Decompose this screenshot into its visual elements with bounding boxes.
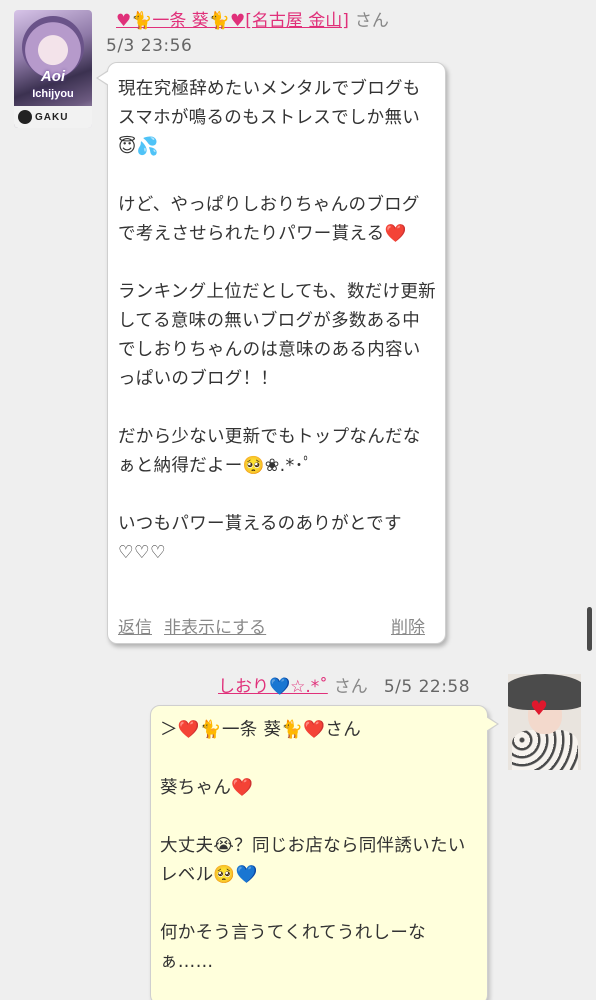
replier-name-link[interactable]: しおり💙☆.*˚: [178, 677, 328, 697]
reply-bubble: ＞❤️🐈一条 葵🐈❤️さん 葵ちゃん❤️ 大丈夫😭？同じお店なら同伴誘いたいレベ…: [150, 705, 499, 1000]
reply-date: 5/5 22:58: [383, 677, 471, 697]
comment-header: ♥🐈一条 葵🐈♥[名古屋 金山] さん: [116, 10, 389, 32]
scrollbar-thumb[interactable]: [587, 607, 592, 651]
comment-bubble: 現在究極辞めたいメンタルでブログもスマホが鳴るのもストレスでしか無い😇💦 けど、…: [96, 62, 446, 644]
comment-thread: Aoi Ichijyou GAKU ♥🐈一条 葵🐈♥[名古屋 金山] さん 5/3…: [0, 0, 596, 1000]
commenter-avatar[interactable]: Aoi Ichijyou GAKU: [14, 10, 92, 128]
commenter-name-link[interactable]: ♥🐈一条 葵🐈♥[名古屋 金山]: [116, 11, 349, 31]
reply-message: ＞❤️🐈一条 葵🐈❤️さん 葵ちゃん❤️ 大丈夫😭？同じお店なら同伴誘いたいレベ…: [160, 720, 466, 972]
comment-date: 5/3 23:56: [106, 36, 193, 56]
avatar-dress: [512, 730, 578, 770]
cat-logo-icon: [18, 110, 32, 124]
replier-avatar[interactable]: ♥: [508, 674, 581, 770]
comment-actions: 返信 非表示にする 削除: [118, 613, 425, 638]
avatar-brand-text: GAKU: [35, 111, 69, 123]
heart-icon: ♥: [530, 696, 548, 720]
reply-link[interactable]: 返信: [118, 613, 152, 638]
hide-link[interactable]: 非表示にする: [164, 613, 266, 638]
avatar-overlay-name: Aoi: [40, 68, 66, 85]
comment-message: 現在究極辞めたいメンタルでブログもスマホが鳴るのもストレスでしか無い😇💦 けど、…: [118, 79, 436, 563]
honorific: さん: [333, 677, 368, 697]
delete-link[interactable]: 削除: [391, 613, 425, 638]
reply-header: しおり💙☆.*˚ さん 5/5 22:58: [178, 676, 470, 698]
honorific: さん: [354, 11, 389, 31]
avatar-overlay-surname: Ichijyou: [32, 88, 74, 100]
avatar-logo-strip: GAKU: [14, 106, 92, 128]
